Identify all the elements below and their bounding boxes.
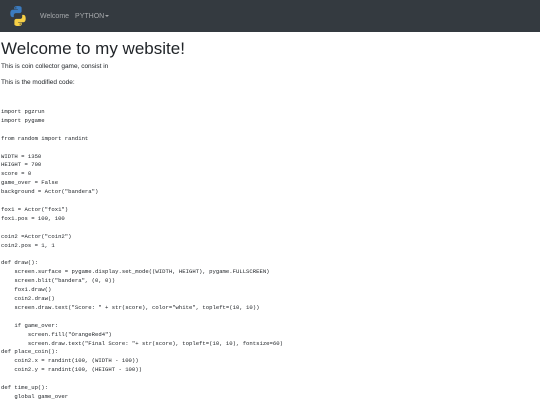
nav-dropdown-python[interactable]: PYTHON: [75, 12, 110, 20]
code-block: import pgzrun import pygame from random …: [1, 108, 283, 400]
modified-code-label: This is the modified code:: [1, 79, 75, 86]
page-title: Welcome to my website!: [1, 39, 185, 58]
main-content: Welcome to my website! This is coin coll…: [0, 32, 540, 402]
caret-down-icon: [105, 14, 110, 17]
navbar: Welcome PYTHON: [0, 0, 540, 32]
nav-link-welcome[interactable]: Welcome: [40, 13, 69, 20]
python-logo-icon[interactable]: [6, 4, 30, 28]
nav-dropdown-python-label: PYTHON: [75, 12, 105, 20]
intro-text: This is coin collector game, consist in: [1, 63, 109, 70]
